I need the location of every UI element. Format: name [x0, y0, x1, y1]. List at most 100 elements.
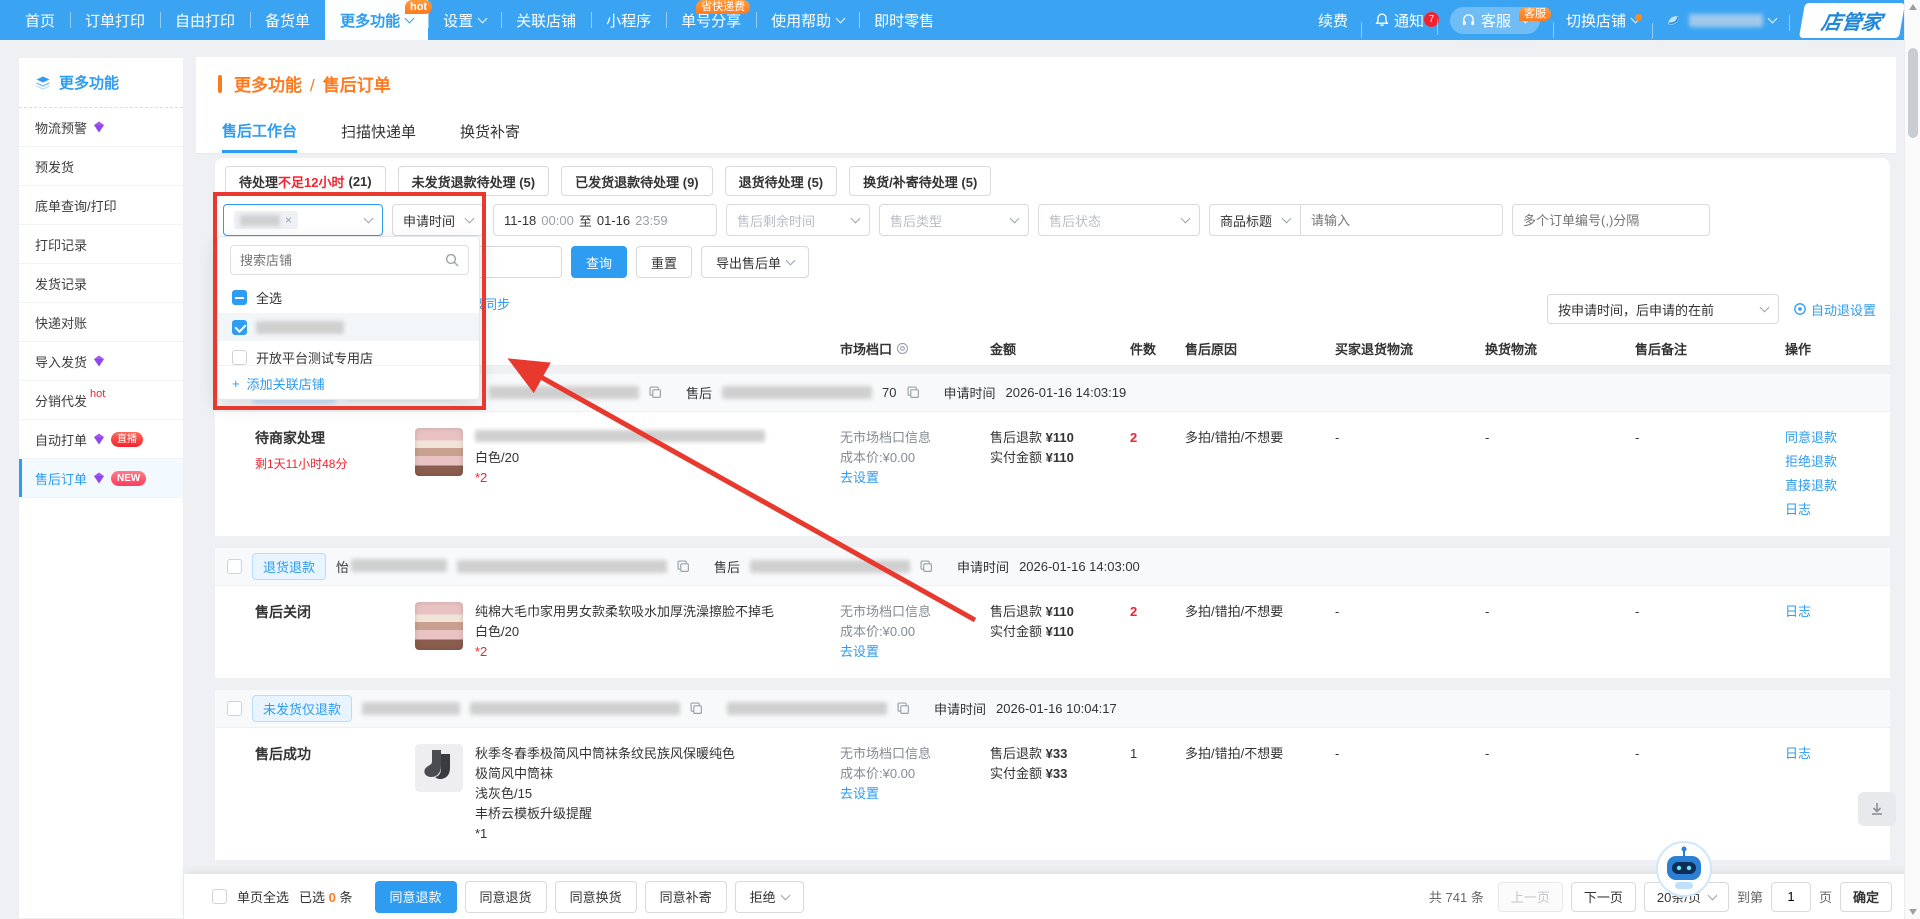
log-link[interactable]: 日志 — [1785, 744, 1811, 764]
renew-button[interactable]: 续费 — [1305, 10, 1361, 31]
query-button[interactable]: 查询 — [571, 246, 627, 278]
nav-stock-list[interactable]: 备货单 — [250, 0, 325, 40]
nav-linked-stores[interactable]: 关联店铺 — [501, 0, 591, 40]
goto-page-input[interactable] — [1771, 882, 1811, 912]
market-setup-link[interactable]: 去设置 — [840, 786, 879, 801]
scrollbar-thumb[interactable] — [1908, 48, 1918, 138]
copy-icon[interactable] — [690, 702, 703, 715]
customer-service-button[interactable]: 客服 客服 — [1437, 7, 1553, 34]
nav-tracking-share[interactable]: 单号分享 省快递费 — [666, 0, 756, 40]
close-icon[interactable]: × — [285, 213, 292, 227]
sidebar-item-label: 导入发货 — [35, 352, 87, 371]
agree-refund-button[interactable]: 同意退款 — [375, 881, 457, 913]
copy-icon[interactable] — [649, 386, 662, 399]
sidebar-item-receipt-query[interactable]: 底单查询/打印 — [19, 186, 183, 225]
account-menu[interactable] — [1652, 11, 1789, 29]
market-info-icon[interactable] — [896, 342, 909, 355]
sidebar-item-express-reconciliation[interactable]: 快递对账 — [19, 303, 183, 342]
download-float-button[interactable] — [1858, 792, 1896, 826]
nav-instant-retail[interactable]: 即时零售 — [859, 0, 949, 40]
chip-exchange-pending[interactable]: 换货/补寄待处理 (5) — [849, 166, 991, 196]
agree-return-button[interactable]: 同意退货 — [465, 881, 547, 913]
product-image[interactable] — [415, 744, 463, 792]
sidebar-item-distribution[interactable]: 分销代发 hot — [19, 381, 183, 420]
sidebar-item-auto-print[interactable]: 自动打单 直播 — [19, 420, 183, 459]
tabs-bar: 售后工作台 扫描快递单 换货补寄 — [196, 110, 1896, 154]
remaining-time-select[interactable]: 售后剩余时间 — [726, 204, 870, 236]
select-all-checkbox[interactable] — [212, 889, 227, 904]
nav-help[interactable]: 使用帮助 — [756, 0, 859, 40]
time-type-select[interactable]: 申请时间 — [392, 204, 484, 236]
reset-button[interactable]: 重置 — [636, 246, 692, 278]
market-setup-link[interactable]: 去设置 — [840, 470, 879, 485]
store-search-input[interactable] — [240, 253, 439, 268]
nav-settings[interactable]: 设置 — [428, 0, 501, 40]
reject-refund-link[interactable]: 拒绝退款 — [1785, 452, 1837, 472]
log-link[interactable]: 日志 — [1785, 500, 1811, 520]
tab-aftersale-workbench[interactable]: 售后工作台 — [222, 110, 297, 153]
sidebar-item-import-shipping[interactable]: 导入发货 — [19, 342, 183, 381]
checked-checkbox[interactable] — [232, 320, 247, 335]
sort-order-select[interactable]: 按申请时间，后申请的在前 — [1547, 294, 1779, 324]
assistant-robot-button[interactable] — [1655, 840, 1713, 898]
indeterminate-checkbox[interactable] — [232, 290, 247, 305]
chip-pending-12h[interactable]: 待处理不足12小时(21) — [225, 166, 386, 196]
aftersale-type-select[interactable]: 售后类型 — [879, 204, 1029, 236]
sidebar-item-print-history[interactable]: 打印记录 — [19, 225, 183, 264]
store-multiselect[interactable]: × — [223, 204, 383, 236]
row-checkbox[interactable] — [227, 559, 242, 574]
copy-icon[interactable] — [677, 560, 690, 573]
unchecked-checkbox[interactable] — [232, 350, 247, 365]
sidebar-item-shipping-history[interactable]: 发货记录 — [19, 264, 183, 303]
checkbox-cell — [215, 740, 255, 744]
nav-more-features[interactable]: 更多功能 hot — [325, 0, 428, 40]
copy-icon[interactable] — [920, 560, 933, 573]
scroll-down-arrow-icon[interactable] — [1909, 909, 1917, 915]
chip-return-pending[interactable]: 退货待处理 (5) — [725, 166, 838, 196]
agree-exchange-button[interactable]: 同意换货 — [555, 881, 637, 913]
nav-mini-program[interactable]: 小程序 — [591, 0, 666, 40]
add-linked-store-link[interactable]: + 添加关联店铺 — [218, 365, 479, 393]
nav-free-print[interactable]: 自由打印 — [160, 0, 250, 40]
sidebar-item-logistics-warning[interactable]: 物流预警 — [19, 108, 183, 147]
header-qty: 件数 — [1130, 339, 1185, 358]
copy-icon[interactable] — [897, 702, 910, 715]
market-setup-link[interactable]: 去设置 — [840, 644, 879, 659]
row-checkbox[interactable] — [227, 701, 242, 716]
sidebar-item-aftersale-orders[interactable]: 售后订单 NEW — [19, 459, 183, 498]
direct-refund-link[interactable]: 直接退款 — [1785, 476, 1837, 496]
prev-page-button[interactable]: 上一页 — [1498, 882, 1563, 912]
store-option-select-all[interactable]: 全选 — [218, 283, 479, 311]
header-actions: 操作 — [1785, 339, 1885, 358]
title-search-input[interactable] — [1301, 204, 1503, 236]
tab-scan-express[interactable]: 扫描快递单 — [341, 110, 416, 153]
date-range-picker[interactable]: 11-18 00:00 至 01-16 23:59 — [493, 204, 717, 236]
tab-exchange-resend[interactable]: 换货补寄 — [460, 110, 520, 153]
product-image[interactable] — [415, 428, 463, 476]
actions-cell: 日志 — [1785, 740, 1885, 764]
product-image[interactable] — [415, 602, 463, 650]
top-nav-right: 续费 通知 7 客服 客服 切换店铺 店管家 — [1305, 0, 1906, 40]
switch-store-button[interactable]: 切换店铺 — [1553, 10, 1652, 31]
copy-icon[interactable] — [907, 386, 920, 399]
remark-cell: - — [1635, 740, 1785, 764]
notifications-button[interactable]: 通知 7 — [1361, 10, 1437, 31]
chip-shipped-refund[interactable]: 已发货退款待处理 (9) — [561, 166, 713, 196]
auto-refund-settings-link[interactable]: 自动退设置 — [1793, 300, 1876, 319]
sidebar-item-pre-shipment[interactable]: 预发货 — [19, 147, 183, 186]
scroll-up-arrow-icon[interactable] — [1909, 4, 1917, 10]
export-button[interactable]: 导出售后单 — [701, 246, 809, 278]
chip-unshipped-refund[interactable]: 未发货退款待处理 (5) — [398, 166, 550, 196]
reject-dropdown-button[interactable]: 拒绝 — [735, 881, 804, 913]
goto-confirm-button[interactable]: 确定 — [1840, 882, 1892, 912]
aftersale-status-select[interactable]: 售后状态 — [1038, 204, 1200, 236]
store-option-current[interactable] — [218, 313, 479, 341]
nav-order-print[interactable]: 订单打印 — [70, 0, 160, 40]
next-page-button[interactable]: 下一页 — [1571, 882, 1636, 912]
agree-resend-button[interactable]: 同意补寄 — [645, 881, 727, 913]
order-ids-input[interactable] — [1512, 204, 1710, 236]
nav-home[interactable]: 首页 — [10, 0, 70, 40]
title-field-select[interactable]: 商品标题 — [1209, 204, 1301, 236]
agree-refund-link[interactable]: 同意退款 — [1785, 428, 1837, 448]
log-link[interactable]: 日志 — [1785, 602, 1811, 622]
